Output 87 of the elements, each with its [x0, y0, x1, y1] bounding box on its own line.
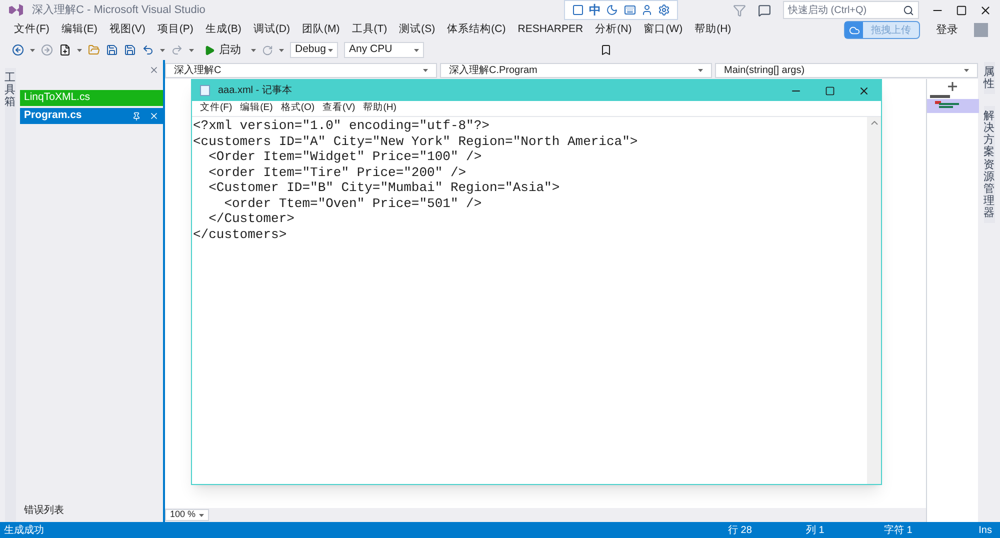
user-icon[interactable]	[640, 4, 653, 16]
menu-item[interactable]: 工具(T)	[346, 22, 394, 38]
moon-icon[interactable]	[606, 4, 618, 16]
sign-in-link[interactable]: 登录	[936, 22, 958, 38]
dropdown-caret-icon	[251, 48, 256, 52]
side-panel-tab[interactable]: 属性	[984, 62, 994, 94]
menu-item[interactable]: 文件(F)	[8, 22, 56, 38]
ime-mode-button[interactable]: 中	[588, 1, 601, 19]
menu-item[interactable]: 帮助(H)	[359, 101, 400, 116]
start-button[interactable]: 启动	[200, 42, 245, 58]
settings-icon[interactable]	[658, 4, 670, 16]
window-title: 深入理解C - Microsoft Visual Studio	[32, 2, 206, 18]
status-item: 行 28	[728, 524, 753, 538]
menu-item[interactable]: 调试(D)	[247, 22, 296, 38]
code-line: <order Item="Tire" Price="200" />	[208, 164, 466, 180]
configuration-dropdown[interactable]: Debug	[290, 42, 338, 58]
dropdown-caret-icon	[698, 69, 703, 72]
menu-item[interactable]: 测试(S)	[393, 22, 442, 38]
dropdown-caret-icon	[160, 48, 165, 52]
menu-item[interactable]: 帮助(H)	[688, 22, 738, 38]
menu-item[interactable]: 分析(N)	[589, 22, 638, 38]
status-item: 列 1	[806, 524, 826, 538]
save-all-icon[interactable]	[124, 44, 136, 56]
feedback-icon[interactable]	[758, 4, 771, 16]
dropdown-caret-icon	[189, 48, 194, 52]
menu-item[interactable]: 编辑(E)	[236, 101, 277, 116]
close-icon[interactable]	[979, 4, 992, 16]
checkbox-icon[interactable]	[572, 4, 584, 16]
dropdown-caret-icon	[423, 69, 428, 72]
new-project-icon[interactable]	[59, 44, 71, 56]
split-icon[interactable]	[948, 82, 957, 90]
menu-item[interactable]: 视图(V)	[103, 22, 152, 38]
status-item: 字符 1	[884, 524, 914, 538]
menu-item[interactable]: 项目(P)	[151, 22, 200, 38]
back-icon[interactable]	[12, 44, 24, 56]
code-line: </Customer>	[208, 211, 294, 226]
navigation-dropdown[interactable]: 深入理解C.Program	[440, 63, 712, 78]
search-icon	[903, 4, 914, 16]
menu-item[interactable]: 生成(B)	[199, 22, 248, 38]
pin-icon[interactable]	[132, 112, 141, 120]
notepad-icon	[200, 85, 210, 96]
platform-dropdown[interactable]: Any CPU	[344, 42, 424, 58]
menu-item[interactable]: 编辑(E)	[55, 22, 104, 38]
zoom-dropdown[interactable]: 100 %	[165, 509, 209, 521]
code-line: </customers>	[193, 226, 287, 242]
menu-item[interactable]: 文件(F)	[196, 101, 236, 116]
dropdown-caret-icon	[328, 48, 333, 52]
code-line: <?xml version="1.0" encoding="utf-8"?>	[193, 118, 490, 134]
menu-item[interactable]: 查看(V)	[318, 101, 360, 116]
dropdown-caret-icon	[30, 48, 35, 52]
error-list-tab[interactable]: 错误列表	[20, 503, 163, 522]
menu-item[interactable]: 团队(M)	[296, 22, 346, 38]
maximize-icon[interactable]	[956, 4, 967, 16]
toolbox-tab[interactable]: 工具箱	[4, 68, 16, 522]
undo-icon[interactable]	[142, 44, 154, 56]
save-icon[interactable]	[106, 44, 118, 56]
code-line: <customers ID="A" City="New York" Region="North America">	[193, 134, 638, 149]
close-icon[interactable]	[858, 84, 870, 96]
bookmark-icon[interactable]	[600, 44, 612, 56]
menu-item[interactable]: 体系结构(C)	[441, 22, 512, 38]
side-panel-tab[interactable]: 解决方案资源管理器	[984, 106, 994, 224]
status-message: 生成成功	[4, 524, 45, 538]
navigation-dropdown[interactable]: Main(string[] args)	[715, 63, 978, 78]
cloud-icon	[848, 24, 860, 36]
window-title: aaa.xml - 记事本	[218, 84, 292, 98]
status-item: Ins	[978, 524, 993, 538]
navigation-dropdown[interactable]: 深入理解C	[165, 63, 437, 78]
keyboard-icon[interactable]	[624, 4, 636, 16]
menu-item[interactable]: RESHARPER	[512, 22, 590, 38]
logo-icon	[8, 3, 24, 17]
open-folder-icon[interactable]	[88, 44, 100, 56]
scrollbar[interactable]	[867, 117, 881, 484]
dropdown-caret-icon	[279, 48, 284, 52]
scroll-up-icon[interactable]	[870, 121, 878, 125]
code-line: <order Ttem="Oven" Price="501" />	[223, 196, 482, 211]
play-icon	[204, 44, 215, 56]
quick-launch-field[interactable]: 快速启动 (Ctrl+Q)	[783, 1, 919, 19]
file-tab[interactable]: Program.cs	[20, 108, 163, 124]
dropdown-caret-icon	[414, 48, 419, 52]
dropdown-caret-icon	[964, 69, 969, 72]
dropdown-caret-icon	[199, 514, 204, 516]
menu-item[interactable]: 窗口(W)	[638, 22, 689, 38]
maximize-icon[interactable]	[825, 86, 835, 96]
code-line: <Customer ID="B" City="Mumbai" Region="Asia">	[208, 180, 560, 196]
dropdown-caret-icon	[77, 48, 82, 52]
code-line: <Order Item="Widget" Price="100" />	[208, 149, 482, 164]
menu-item[interactable]: 格式(O)	[276, 101, 319, 116]
